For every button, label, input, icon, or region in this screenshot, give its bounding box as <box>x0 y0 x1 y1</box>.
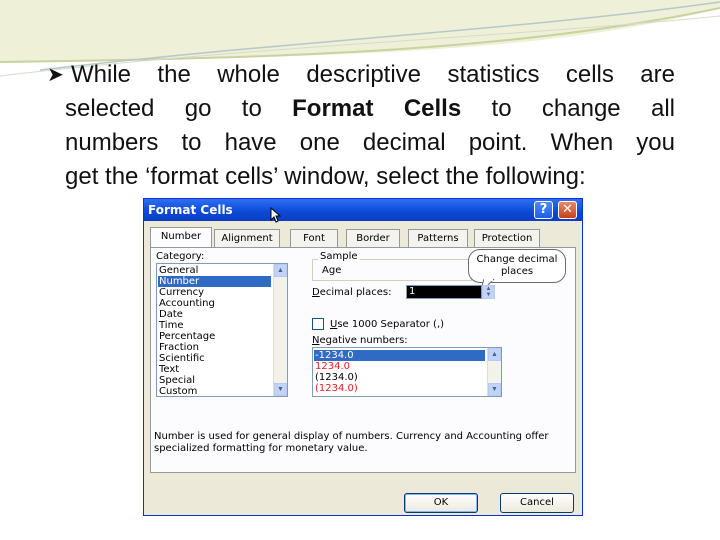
category-label: Category: <box>156 251 205 262</box>
scroll-up-icon[interactable]: ▲ <box>488 348 501 361</box>
tab-alignment[interactable]: Alignment <box>214 229 280 247</box>
text-line-2: selected go to Format Cells to change al… <box>47 92 675 126</box>
negative-option-selected[interactable]: -1234.0 <box>314 350 485 361</box>
scroll-down-icon[interactable]: ▼ <box>274 383 287 396</box>
category-list[interactable]: General Number Currency Accounting Date … <box>156 263 288 397</box>
decimal-spinner[interactable]: ▲ ▼ <box>482 285 495 299</box>
negative-option-red[interactable]: 1234.0 <box>315 361 350 372</box>
category-item[interactable]: Fraction <box>159 342 199 353</box>
slide-body-text: ➤ While the whole descriptive statistics… <box>47 58 675 194</box>
thousand-separator-label: Use 1000 Separator (,) <box>330 319 445 330</box>
category-item[interactable]: Text <box>159 364 179 375</box>
decimal-places-input[interactable]: 1 <box>406 285 482 299</box>
category-item[interactable]: Custom <box>159 386 197 397</box>
format-cells-dialog: Format Cells ? ✕ Number Alignment Font B… <box>143 198 583 516</box>
cancel-button[interactable]: Cancel <box>500 493 574 513</box>
scroll-up-icon[interactable]: ▲ <box>274 264 287 277</box>
dialog-title: Format Cells <box>148 203 233 217</box>
negative-scrollbar[interactable]: ▲ ▼ <box>487 348 501 396</box>
text-line-2b: to change all <box>461 95 676 122</box>
tab-number[interactable]: Number <box>150 227 212 248</box>
tab-border[interactable]: Border <box>346 229 400 247</box>
bullet-arrow-icon: ➤ <box>47 64 64 86</box>
format-cells-bold: Format Cells <box>292 95 462 122</box>
text-line-2a: selected go to <box>65 95 293 122</box>
sample-value: Age <box>322 265 342 276</box>
scroll-down-icon[interactable]: ▼ <box>488 383 501 396</box>
tab-font[interactable]: Font <box>290 229 338 247</box>
text-line-1: While the whole descriptive statistics c… <box>71 61 675 88</box>
help-button[interactable]: ? <box>534 201 553 219</box>
negative-option-parens[interactable]: (1234.0) <box>315 372 358 383</box>
category-item-selected[interactable]: Number <box>158 276 271 287</box>
category-item[interactable]: Date <box>159 309 183 320</box>
text-line-4: get the ‘format cells’ window, select th… <box>65 163 586 190</box>
ok-button[interactable]: OK <box>404 493 478 513</box>
category-scrollbar[interactable]: ▲ ▼ <box>273 264 287 396</box>
category-item[interactable]: Accounting <box>159 298 215 309</box>
close-button[interactable]: ✕ <box>558 201 577 219</box>
sample-label: Sample <box>318 251 360 262</box>
category-item[interactable]: Time <box>159 320 183 331</box>
change-decimal-callout: Change decimal places <box>468 249 566 283</box>
text-line-3: numbers to have one decimal point. When … <box>65 129 675 156</box>
category-item[interactable]: Scientific <box>159 353 205 364</box>
negative-numbers-list[interactable]: -1234.0 1234.0 (1234.0) (1234.0) ▲ ▼ <box>312 347 502 397</box>
thousand-separator-checkbox[interactable] <box>312 318 324 330</box>
negative-numbers-label: Negative numbers: <box>312 335 408 346</box>
category-item[interactable]: Percentage <box>159 331 215 342</box>
decimal-places-label: Decimal places: <box>312 287 392 298</box>
tab-patterns[interactable]: Patterns <box>408 229 468 247</box>
dialog-titlebar[interactable]: Format Cells ? ✕ <box>144 199 582 223</box>
category-item[interactable]: Currency <box>159 287 204 298</box>
category-description: Number is used for general display of nu… <box>154 431 549 454</box>
tab-protection[interactable]: Protection <box>474 229 540 247</box>
negative-option-parens-red[interactable]: (1234.0) <box>315 383 358 394</box>
category-item[interactable]: General <box>159 265 198 276</box>
mouse-cursor-icon <box>270 207 282 223</box>
category-item[interactable]: Special <box>159 375 195 386</box>
